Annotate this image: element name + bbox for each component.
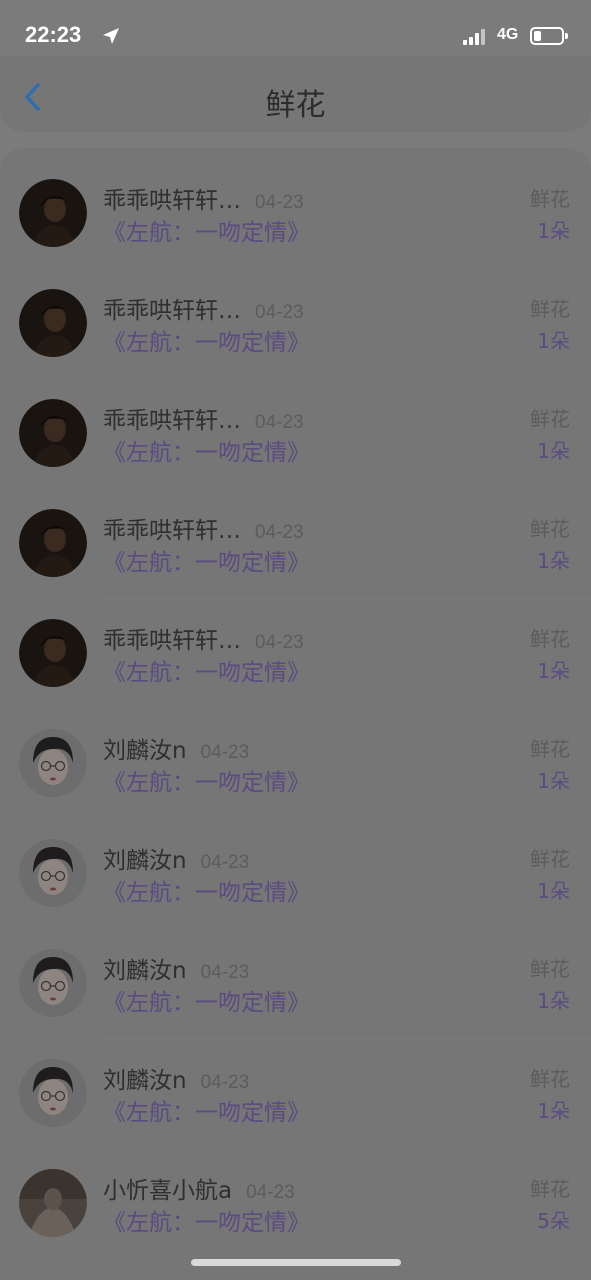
gift-count: 1朵 bbox=[537, 549, 570, 573]
avatar[interactable] bbox=[19, 729, 87, 797]
avatar[interactable] bbox=[19, 179, 87, 247]
sender-name: 刘麟汝n 04-23 bbox=[103, 951, 249, 985]
gift-count: 1朵 bbox=[537, 219, 570, 243]
sender-name: 乖乖哄轩轩… 04-23 bbox=[103, 621, 304, 655]
book-title-link[interactable]: 《左航：一吻定情》 bbox=[103, 983, 310, 1017]
sender-name-text: 乖乖哄轩轩… bbox=[103, 408, 241, 434]
list-item[interactable]: 乖乖哄轩轩… 04-23 《左航：一吻定情》 鲜花 1朵 bbox=[0, 373, 591, 483]
gift-type: 鲜花 bbox=[530, 1177, 570, 1201]
gift-type: 鲜花 bbox=[530, 517, 570, 541]
avatar[interactable] bbox=[19, 1169, 87, 1237]
sender-name: 乖乖哄轩轩… 04-23 bbox=[103, 181, 304, 215]
list-item[interactable]: 刘麟汝n 04-23 《左航：一吻定情》 鲜花 1朵 bbox=[0, 923, 591, 1033]
sender-name: 刘麟汝n 04-23 bbox=[103, 841, 249, 875]
sender-name-text: 小忻喜小航a bbox=[103, 1178, 233, 1204]
gift-record-list: 乖乖哄轩轩… 04-23 《左航：一吻定情》 鲜花 1朵 乖乖哄轩轩… 04-23 《左航：一… bbox=[0, 148, 591, 1280]
gift-count: 1朵 bbox=[537, 769, 570, 793]
list-item[interactable]: 乖乖哄轩轩… 04-23 《左航：一吻定情》 鲜花 1朵 bbox=[0, 593, 591, 703]
sender-name: 乖乖哄轩轩… 04-23 bbox=[103, 401, 304, 435]
row-divider bbox=[104, 1252, 591, 1253]
gift-count: 1朵 bbox=[537, 1099, 570, 1123]
book-title-link[interactable]: 《左航：一吻定情》 bbox=[103, 1203, 310, 1237]
list-item[interactable]: 乖乖哄轩轩… 04-23 《左航：一吻定情》 鲜花 1朵 bbox=[0, 263, 591, 373]
send-date: 04-23 bbox=[255, 412, 304, 433]
list-item[interactable]: 乖乖哄轩轩… 04-23 《左航：一吻定情》 鲜花 1朵 bbox=[0, 483, 591, 593]
location-arrow-icon bbox=[103, 28, 119, 44]
sender-name-text: 刘麟汝n bbox=[103, 738, 187, 764]
avatar[interactable] bbox=[19, 619, 87, 687]
send-date: 04-23 bbox=[255, 302, 304, 323]
list-item[interactable]: 小忻喜小航a 04-23 《左航：一吻定情》 鲜花 5朵 bbox=[0, 1143, 591, 1253]
book-title-link[interactable]: 《左航：一吻定情》 bbox=[103, 543, 310, 577]
book-title-link[interactable]: 《左航：一吻定情》 bbox=[103, 323, 310, 357]
sender-name: 乖乖哄轩轩… 04-23 bbox=[103, 291, 304, 325]
sender-name-text: 刘麟汝n bbox=[103, 1068, 187, 1094]
gift-type: 鲜花 bbox=[530, 957, 570, 981]
sender-name-text: 乖乖哄轩轩… bbox=[103, 298, 241, 324]
sender-name-text: 乖乖哄轩轩… bbox=[103, 188, 241, 214]
send-date: 04-23 bbox=[200, 852, 250, 873]
avatar[interactable] bbox=[19, 949, 87, 1017]
home-indicator[interactable] bbox=[191, 1259, 401, 1266]
send-date: 04-23 bbox=[255, 192, 304, 213]
status-time: 22:23 bbox=[25, 22, 82, 47]
sender-name-text: 乖乖哄轩轩… bbox=[103, 518, 241, 544]
send-date: 04-23 bbox=[255, 522, 304, 543]
gift-type: 鲜花 bbox=[530, 737, 570, 761]
avatar[interactable] bbox=[19, 839, 87, 907]
send-date: 04-23 bbox=[255, 632, 304, 653]
send-date: 04-23 bbox=[200, 742, 250, 763]
book-title-link[interactable]: 《左航：一吻定情》 bbox=[103, 653, 310, 687]
book-title-link[interactable]: 《左航：一吻定情》 bbox=[103, 433, 310, 467]
gift-count: 1朵 bbox=[537, 439, 570, 463]
sender-name-text: 刘麟汝n bbox=[103, 848, 187, 874]
gift-type: 鲜花 bbox=[530, 1067, 570, 1091]
gift-type: 鲜花 bbox=[530, 297, 570, 321]
list-item[interactable]: 刘麟汝n 04-23 《左航：一吻定情》 鲜花 1朵 bbox=[0, 813, 591, 923]
gift-count: 1朵 bbox=[537, 989, 570, 1013]
battery-low-icon bbox=[530, 27, 568, 45]
sender-name-text: 乖乖哄轩轩… bbox=[103, 628, 241, 654]
navigation-bar: 鲜花 bbox=[0, 56, 591, 132]
gift-count: 1朵 bbox=[537, 879, 570, 903]
list-item[interactable]: 刘麟汝n 04-23 《左航：一吻定情》 鲜花 1朵 bbox=[0, 1033, 591, 1143]
avatar[interactable] bbox=[19, 399, 87, 467]
gift-type: 鲜花 bbox=[530, 187, 570, 211]
gift-count: 1朵 bbox=[537, 659, 570, 683]
page-title: 鲜花 bbox=[265, 88, 326, 123]
send-date: 04-23 bbox=[246, 1182, 295, 1203]
cellular-signal-icon bbox=[463, 29, 489, 45]
gift-type: 鲜花 bbox=[530, 627, 570, 651]
avatar[interactable] bbox=[19, 1059, 87, 1127]
network-type: 4G bbox=[497, 26, 519, 43]
sender-name: 刘麟汝n 04-23 bbox=[103, 731, 249, 765]
sender-name-text: 刘麟汝n bbox=[103, 958, 187, 984]
book-title-link[interactable]: 《左航：一吻定情》 bbox=[103, 763, 310, 797]
sender-name: 刘麟汝n 04-23 bbox=[103, 1061, 249, 1095]
book-title-link[interactable]: 《左航：一吻定情》 bbox=[103, 213, 310, 247]
send-date: 04-23 bbox=[200, 962, 250, 983]
list-item[interactable]: 乖乖哄轩轩… 04-23 《左航：一吻定情》 鲜花 1朵 bbox=[0, 153, 591, 263]
avatar[interactable] bbox=[19, 509, 87, 577]
gift-type: 鲜花 bbox=[530, 407, 570, 431]
book-title-link[interactable]: 《左航：一吻定情》 bbox=[103, 873, 310, 907]
list-item[interactable]: 刘麟汝n 04-23 《左航：一吻定情》 鲜花 1朵 bbox=[0, 703, 591, 813]
avatar[interactable] bbox=[19, 289, 87, 357]
gift-count: 5朵 bbox=[537, 1209, 570, 1233]
gift-type: 鲜花 bbox=[530, 847, 570, 871]
send-date: 04-23 bbox=[200, 1072, 250, 1093]
gift-count: 1朵 bbox=[537, 329, 570, 353]
book-title-link[interactable]: 《左航：一吻定情》 bbox=[103, 1093, 310, 1127]
sender-name: 乖乖哄轩轩… 04-23 bbox=[103, 511, 304, 545]
sender-name: 小忻喜小航a 04-23 bbox=[103, 1171, 295, 1205]
status-bar: 22:23 4G bbox=[0, 0, 591, 60]
